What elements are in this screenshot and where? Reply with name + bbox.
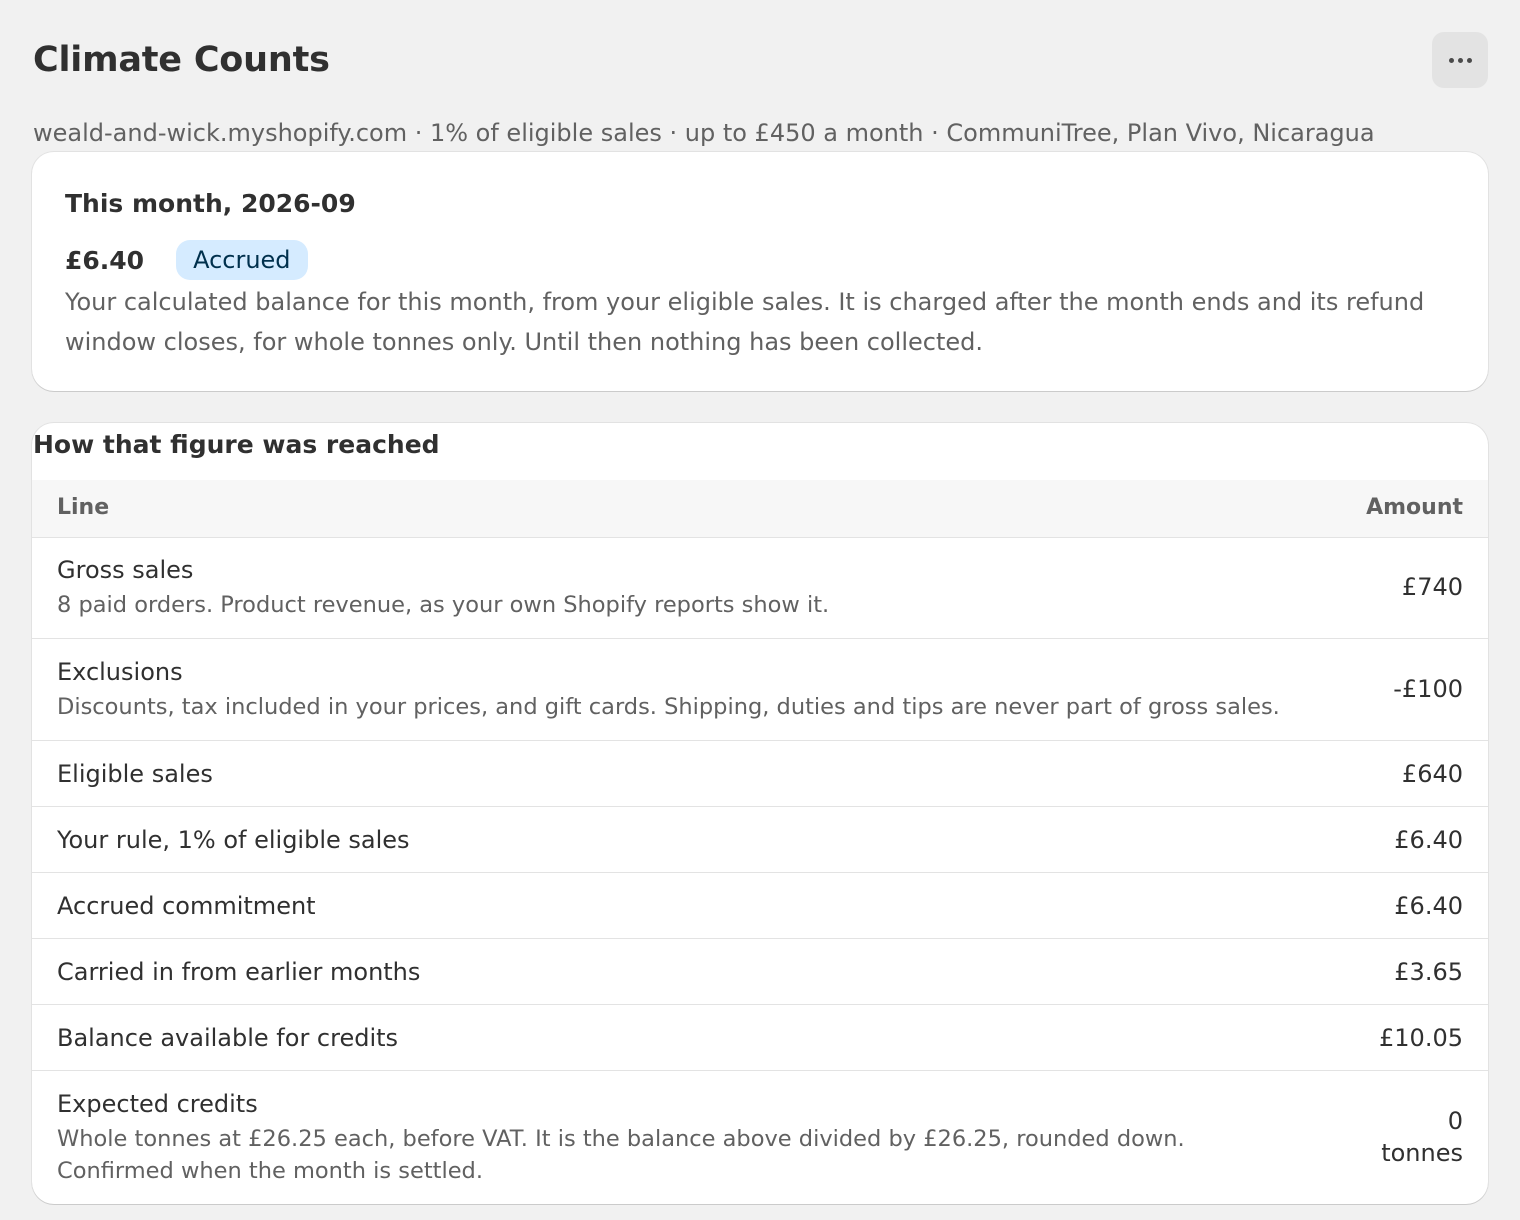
row-label: Exclusions xyxy=(57,658,183,686)
table-row: Eligible sales £640 xyxy=(32,741,1488,807)
table-row: Balance available for credits £10.05 xyxy=(32,1005,1488,1071)
summary-card: This month, 2026-09 £6.40 Accrued Your c… xyxy=(32,152,1488,391)
row-note: 8 paid orders. Product revenue, as your … xyxy=(57,592,830,618)
summary-amount-row: £6.40 Accrued xyxy=(65,240,308,280)
row-label: Gross sales xyxy=(57,556,194,584)
row-label: Carried in from earlier months xyxy=(57,958,421,986)
row-note: Whole tonnes at £26.25 each, before VAT.… xyxy=(57,1126,1185,1184)
summary-amount: £6.40 xyxy=(65,245,145,275)
row-label: Balance available for credits xyxy=(57,1024,399,1052)
row-amount: £6.40 xyxy=(1394,826,1463,854)
row-amount: 0 xyxy=(1447,1107,1463,1135)
row-label: Eligible sales xyxy=(57,760,213,788)
table-row: Expected credits Whole tonnes at £26.25 … xyxy=(32,1071,1488,1204)
app-page: Climate Counts weald-and-wick.myshopify.… xyxy=(0,0,1520,1220)
breakdown-card: How that figure was reached Line Amount … xyxy=(32,423,1488,1204)
row-unit: tonnes xyxy=(1381,1139,1463,1167)
row-label: Expected credits xyxy=(57,1090,258,1118)
breakdown-title: How that figure was reached xyxy=(33,430,440,459)
row-note: Discounts, tax included in your prices, … xyxy=(57,694,1280,720)
summary-description: Your calculated balance for this month, … xyxy=(65,288,1425,356)
column-header-line: Line xyxy=(57,495,110,520)
row-label: Accrued commitment xyxy=(57,892,316,920)
status-badge: Accrued xyxy=(176,240,308,280)
more-actions-button[interactable] xyxy=(1432,32,1488,88)
table-row: Your rule, 1% of eligible sales £6.40 xyxy=(32,807,1488,873)
more-horizontal-icon-dot xyxy=(1466,57,1472,63)
column-header-amount: Amount xyxy=(1366,495,1463,520)
page-subtitle: weald-and-wick.myshopify.com · 1% of eli… xyxy=(33,119,1375,147)
summary-heading: This month, 2026-09 xyxy=(65,189,356,218)
table-row: Accrued commitment £6.40 xyxy=(32,873,1488,939)
row-label: Your rule, 1% of eligible sales xyxy=(57,826,410,854)
table-row: Carried in from earlier months £3.65 xyxy=(32,939,1488,1005)
row-amount: £740 xyxy=(1401,573,1463,601)
more-horizontal-icon-dot xyxy=(1457,57,1463,63)
more-horizontal-icon xyxy=(1448,57,1454,63)
table-row: Gross sales 8 paid orders. Product reven… xyxy=(32,537,1488,639)
table-header: Line Amount xyxy=(32,480,1488,538)
page-title: Climate Counts xyxy=(33,40,330,80)
table-row: Exclusions Discounts, tax included in yo… xyxy=(32,639,1488,741)
row-amount: £640 xyxy=(1401,760,1463,788)
row-amount: £3.65 xyxy=(1394,958,1463,986)
page-header: Climate Counts xyxy=(33,32,1488,92)
row-amount: £6.40 xyxy=(1394,892,1463,920)
row-amount: -£100 xyxy=(1393,675,1463,703)
row-amount: £10.05 xyxy=(1379,1024,1463,1052)
